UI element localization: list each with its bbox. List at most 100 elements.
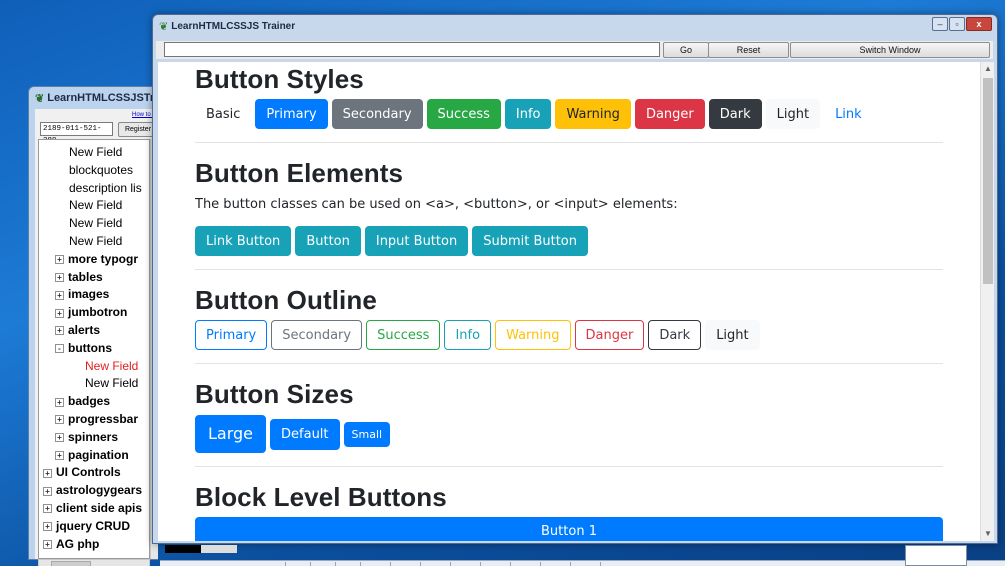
switch-window-button[interactable]: Switch Window (790, 42, 990, 58)
input-button-button[interactable]: Input Button (364, 226, 469, 256)
button-button[interactable]: Button (295, 226, 361, 256)
page-vertical-scrollbar[interactable]: ▲ ▼ (980, 62, 994, 541)
page-scroll-thumb[interactable] (983, 78, 993, 284)
outline-button-dark[interactable]: Dark (648, 320, 702, 350)
button-style-secondary[interactable]: Secondary (331, 99, 423, 129)
button-style-light[interactable]: Light (765, 99, 821, 129)
browser-viewport[interactable]: Button Styles Basic Primary Secondary Succe… (158, 62, 980, 541)
block-button-1[interactable]: Button 1 (195, 517, 943, 541)
status-progress-fill (165, 545, 201, 553)
expand-icon[interactable]: + (55, 308, 64, 318)
id-field[interactable]: 2189-011-521-389 (40, 122, 113, 145)
button-elements-row: Link Button Button Input Button Submit Butt… (195, 226, 592, 256)
tree-node[interactable]: + progressbar (55, 411, 138, 428)
expand-icon[interactable]: + (43, 504, 52, 514)
tree-node[interactable]: New Field (69, 233, 122, 250)
tree-node[interactable]: New Field (69, 215, 122, 232)
button-style-warning[interactable]: Warning (555, 99, 631, 129)
tree-node[interactable]: + jquery CRUD (43, 518, 130, 535)
tree-node[interactable]: + client side apis (43, 500, 142, 517)
outline-button-success[interactable]: Success (366, 320, 441, 350)
tree-node[interactable]: + alerts (55, 322, 100, 339)
tree-node[interactable]: blockquotes (69, 162, 133, 179)
tree-node-label: alerts (68, 323, 101, 337)
expand-icon[interactable]: + (43, 468, 52, 478)
expand-icon[interactable]: + (43, 486, 52, 496)
link-button-button[interactable]: Link Button (195, 226, 292, 256)
expand-icon[interactable]: + (55, 415, 64, 425)
outline-button-light[interactable]: Light (705, 320, 760, 350)
scroll-up-arrow-icon[interactable]: ▲ (981, 62, 995, 76)
button-style-basic[interactable]: Basic (195, 99, 251, 129)
expand-icon[interactable]: + (55, 290, 64, 300)
heading-button-sizes: Button Sizes (195, 379, 354, 409)
tree-node[interactable]: New Field (85, 358, 138, 375)
outline-button-warning[interactable]: Warning (495, 320, 571, 350)
main-window-titlebar[interactable]: ❦ LearnHTMLCSSJS Trainer (153, 15, 997, 37)
tree-node[interactable]: + badges (55, 393, 110, 410)
tree-horizontal-scrollbar[interactable] (38, 559, 150, 566)
main-window[interactable]: ❦ LearnHTMLCSSJS Trainer – ▫ x Go Reset … (152, 14, 998, 553)
tree-horizontal-scroll-thumb[interactable] (51, 561, 91, 566)
button-elements-description: The button classes can be used on <a>, <… (195, 197, 678, 212)
expand-icon[interactable]: + (43, 522, 52, 532)
expand-icon[interactable]: + (55, 397, 64, 407)
taskbar-fragment (160, 560, 1005, 566)
tree-node[interactable]: - buttons (55, 340, 112, 357)
maximize-icon[interactable]: ▫ (949, 17, 965, 31)
button-style-dark[interactable]: Dark (708, 99, 762, 129)
scroll-down-arrow-icon[interactable]: ▼ (981, 527, 995, 541)
tree-node-label: progressbar (68, 412, 139, 426)
outline-button-info[interactable]: Info (444, 320, 492, 350)
minimize-icon[interactable]: – (932, 17, 948, 31)
divider (195, 466, 943, 467)
tree-node[interactable]: description lis (69, 180, 142, 197)
background-window-titlebar[interactable]: ❦ LearnHTMLCSSJSTrain (29, 87, 157, 109)
button-style-primary[interactable]: Primary (255, 99, 328, 129)
expand-icon[interactable]: + (55, 255, 64, 265)
collapse-icon[interactable]: - (55, 344, 64, 354)
heading-block-level-buttons: Block Level Buttons (195, 482, 447, 512)
button-style-info[interactable]: Info (504, 99, 552, 129)
expand-icon[interactable]: + (55, 450, 64, 460)
go-button[interactable]: Go (663, 42, 709, 58)
button-style-danger[interactable]: Danger (634, 99, 705, 129)
outline-button-primary[interactable]: Primary (195, 320, 268, 350)
tree-node[interactable]: New Field (85, 375, 138, 392)
size-button-small[interactable]: Small (343, 421, 391, 447)
outline-button-danger[interactable]: Danger (574, 320, 645, 350)
tree-node-label: client side apis (56, 501, 143, 515)
heading-button-styles: Button Styles (195, 64, 364, 94)
divider (195, 363, 943, 364)
tree-node[interactable]: + astrologygears (43, 482, 142, 499)
expand-icon[interactable]: + (43, 539, 52, 549)
reset-button[interactable]: Reset (708, 42, 789, 58)
tree-node[interactable]: + UI Controls (43, 464, 121, 481)
taskbar-separator (420, 562, 421, 566)
tree-node[interactable]: New Field (69, 197, 122, 214)
button-style-link[interactable]: Link (824, 99, 873, 129)
tree-node[interactable]: + more typogr (55, 251, 138, 268)
button-styles-row: Basic Primary Secondary Success Info Warning D… (195, 99, 877, 129)
submit-button-button[interactable]: Submit Button (472, 226, 588, 256)
url-input[interactable] (164, 42, 660, 57)
tree-node[interactable]: + spinners (55, 429, 118, 446)
tree-node[interactable]: + tables (55, 269, 103, 286)
close-icon[interactable]: x (966, 17, 992, 31)
size-button-default[interactable]: Default (270, 418, 340, 450)
tree-node[interactable]: + AG php (43, 536, 99, 553)
expand-icon[interactable]: + (55, 272, 64, 282)
tree-node[interactable]: + images (55, 286, 109, 303)
outline-button-secondary[interactable]: Secondary (271, 320, 363, 350)
tree-node[interactable]: + pagination (55, 447, 129, 464)
expand-icon[interactable]: + (55, 433, 64, 443)
tree-view[interactable]: New Field blockquotes description lis New F… (38, 139, 150, 559)
expand-icon[interactable]: + (55, 326, 64, 336)
tree-node-label: spinners (68, 429, 119, 444)
button-style-success[interactable]: Success (426, 99, 501, 129)
tree-node[interactable]: New Field (69, 144, 122, 161)
divider (195, 269, 943, 270)
size-button-large[interactable]: Large (195, 415, 267, 453)
background-window[interactable]: ❦ LearnHTMLCSSJSTrain How to U 2189-011-… (28, 86, 158, 566)
tree-node[interactable]: + jumbotron (55, 304, 127, 321)
